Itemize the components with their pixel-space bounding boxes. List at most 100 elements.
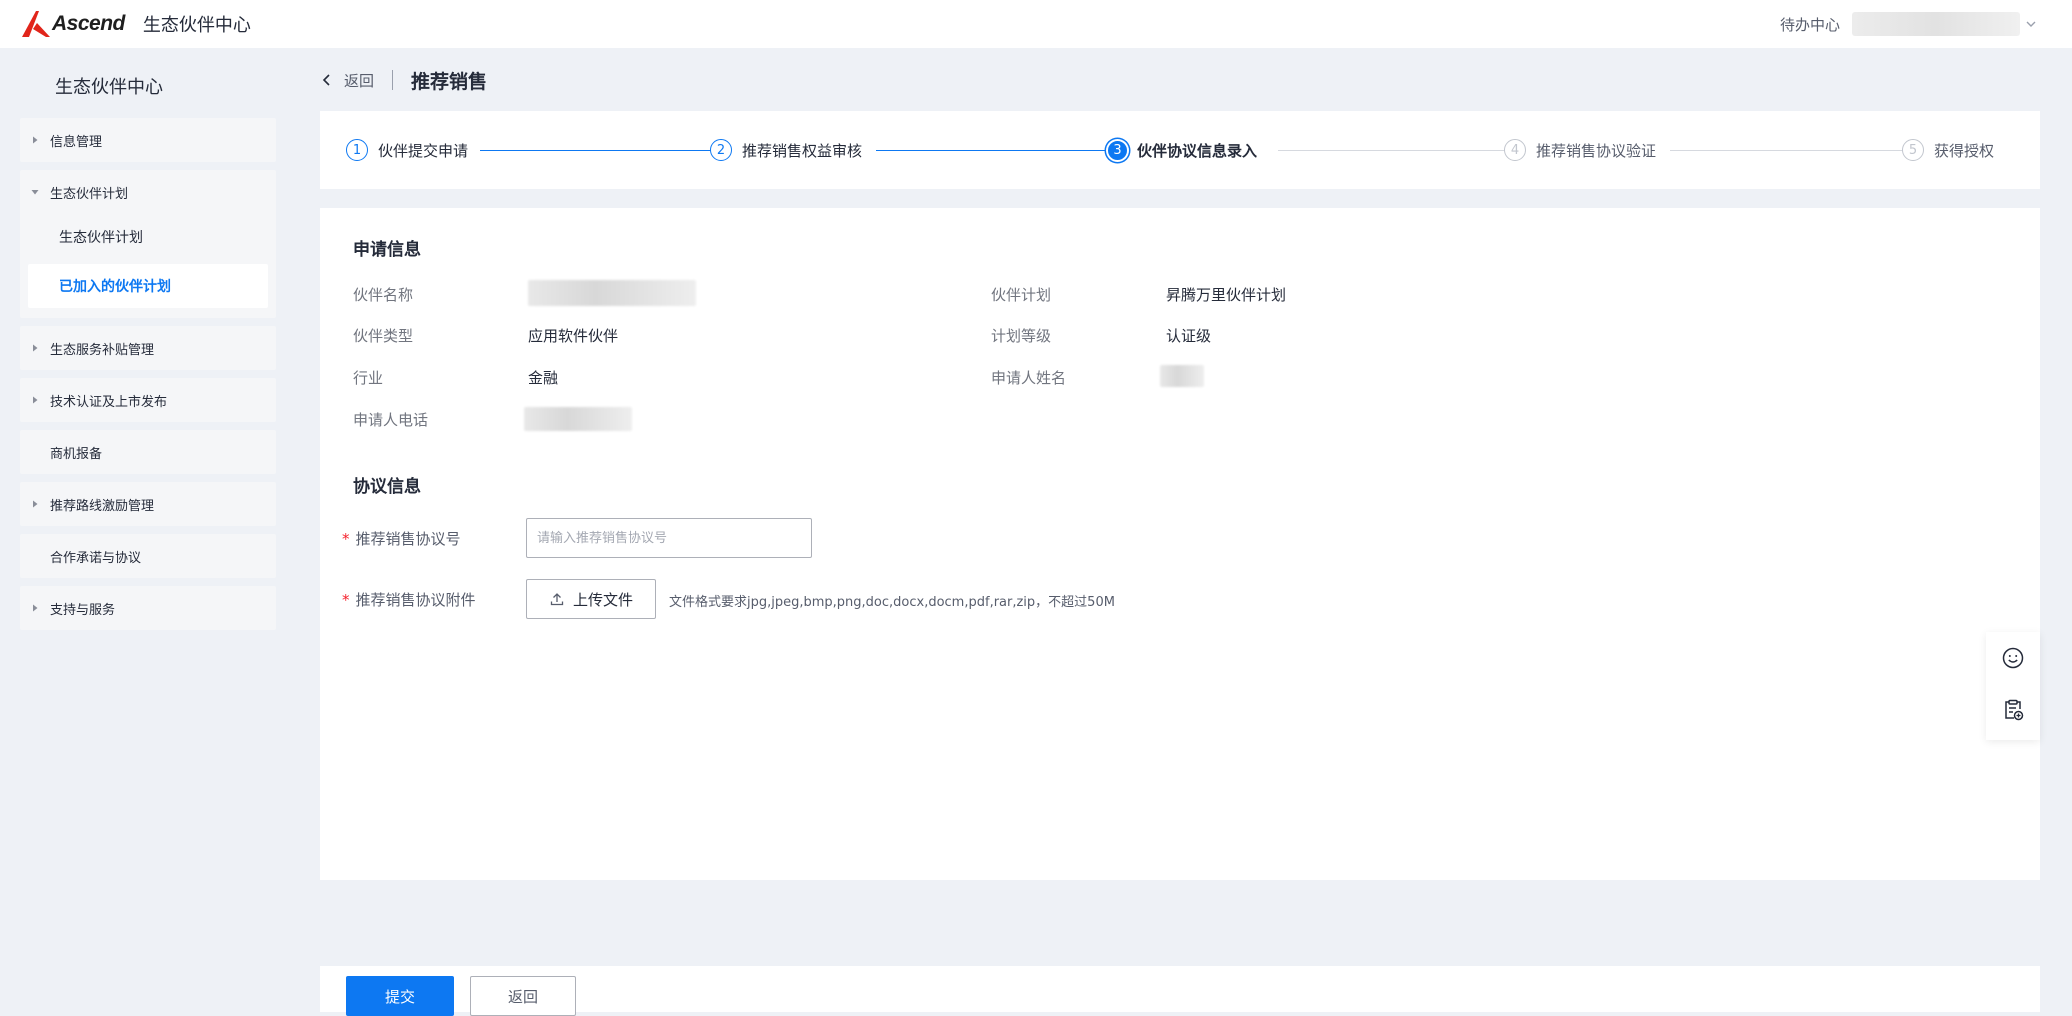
step-number: 2	[710, 139, 732, 161]
required-mark: *	[342, 591, 350, 609]
partner-plan-value: 昇腾万里伙伴计划	[1166, 286, 1287, 304]
required-mark: *	[342, 530, 350, 548]
page-title: 推荐销售	[411, 70, 488, 93]
agreement-attachment-label: * 推荐销售协议附件	[342, 589, 476, 610]
sidebar-item-partner-plan[interactable]: 生态伙伴计划 生态伙伴计划 已加入的伙伴计划	[20, 170, 276, 318]
step-label: 获得授权	[1934, 141, 1995, 160]
plan-level-value: 认证级	[1166, 327, 1212, 345]
step-label: 伙伴提交申请	[378, 141, 469, 160]
partner-type-value: 应用软件伙伴	[528, 327, 619, 345]
sidebar-item-row[interactable]: 生态伙伴计划	[20, 170, 276, 214]
sidebar-title: 生态伙伴中心	[55, 77, 163, 98]
progress-steps: 1 伙伴提交申请 2 推荐销售权益审核 3 伙伴协议信息录入 4 推荐销售协议验…	[320, 111, 2040, 189]
sidebar-item-label: 生态伙伴计划	[50, 186, 129, 202]
sidebar-item-label: 合作承诺与协议	[50, 550, 142, 566]
ascend-logo-icon	[22, 11, 50, 37]
sidebar-item-label: 信息管理	[50, 134, 103, 150]
sidebar-item-tech-certification[interactable]: 技术认证及上市发布	[20, 378, 276, 422]
step-number: 5	[1902, 139, 1924, 161]
sidebar-item-info-management[interactable]: 信息管理	[20, 118, 276, 162]
partner-plan-label: 伙伴计划	[991, 286, 1052, 304]
brand-name: Ascend	[52, 12, 125, 35]
chevron-left-icon[interactable]	[320, 73, 334, 87]
breadcrumb-divider	[392, 70, 394, 90]
step-number: 3	[1108, 140, 1127, 160]
step-label: 推荐销售权益审核	[742, 141, 863, 160]
applicant-phone-masked	[524, 407, 632, 431]
sidebar-item-support-service[interactable]: 支持与服务	[20, 586, 276, 630]
step-connector	[1670, 150, 1912, 151]
sidebar-item-row[interactable]: 信息管理	[20, 118, 276, 162]
agreement-attachment-label-text: 推荐销售协议附件	[355, 591, 476, 609]
agreement-info-title: 协议信息	[353, 477, 421, 497]
upload-icon	[550, 593, 564, 606]
caret-right-icon	[33, 396, 38, 404]
form-card: 申请信息 伙伴名称 伙伴计划 昇腾万里伙伴计划 伙伴类型 应用软件伙伴 计划等级…	[320, 208, 2040, 880]
clipboard-add-icon[interactable]	[2001, 698, 2025, 722]
caret-right-icon	[33, 344, 38, 352]
step-connector	[1278, 150, 1516, 151]
step-5: 5 获得授权	[1902, 111, 1994, 189]
sidebar-item-service-subsidy[interactable]: 生态服务补贴管理	[20, 326, 276, 370]
user-account-masked[interactable]	[1852, 12, 2020, 36]
sidebar-item-row[interactable]: 推荐路线激励管理	[20, 482, 276, 526]
sidebar-subitem-joined-plans[interactable]: 已加入的伙伴计划	[28, 264, 268, 308]
app-title: 生态伙伴中心	[142, 15, 251, 36]
applicant-phone-label: 申请人电话	[353, 411, 429, 429]
plan-level-label: 计划等级	[991, 327, 1052, 345]
sidebar-item-label: 技术认证及上市发布	[50, 394, 168, 410]
sidebar-item-label: 商机报备	[50, 446, 103, 462]
agreement-number-input[interactable]	[526, 518, 812, 558]
applicant-name-label: 申请人姓名	[991, 369, 1067, 387]
upload-file-label: 上传文件	[572, 590, 633, 609]
step-1: 1 伙伴提交申请	[346, 111, 468, 189]
back-link[interactable]: 返回	[344, 70, 374, 91]
caret-right-icon	[33, 136, 38, 144]
application-info-title: 申请信息	[353, 240, 421, 260]
breadcrumb: 返回 推荐销售	[320, 66, 487, 94]
partner-name-masked	[528, 280, 696, 306]
floating-toolbar	[1986, 632, 2040, 740]
sidebar-item-commitment-agreement[interactable]: 合作承诺与协议	[20, 534, 276, 578]
upload-format-hint: 文件格式要求jpg,jpeg,bmp,png,doc,docx,docm,pdf…	[669, 595, 1115, 610]
sidebar: 生态伙伴中心 信息管理 生态伙伴计划 生态伙伴计划 已加入的伙伴计划 生态服务补…	[20, 48, 276, 638]
partner-name-label: 伙伴名称	[353, 286, 414, 304]
caret-down-icon	[31, 190, 39, 195]
form-footer: 提交 返回	[320, 966, 2040, 1016]
step-label: 推荐销售协议验证	[1536, 141, 1657, 160]
industry-value: 金融	[528, 369, 559, 387]
smiley-feedback-icon[interactable]	[2001, 646, 2025, 670]
step-number: 1	[346, 139, 368, 161]
sidebar-item-label: 支持与服务	[50, 602, 116, 618]
step-label: 伙伴协议信息录入	[1137, 141, 1258, 160]
ascend-logo[interactable]: Ascend	[20, 0, 125, 48]
step-number: 4	[1504, 139, 1526, 161]
caret-right-icon	[33, 604, 38, 612]
chevron-down-icon[interactable]	[2024, 17, 2038, 31]
sidebar-item-row[interactable]: 合作承诺与协议	[20, 534, 276, 578]
upload-file-button[interactable]: 上传文件	[526, 579, 656, 619]
sidebar-item-route-incentive[interactable]: 推荐路线激励管理	[20, 482, 276, 526]
applicant-name-masked	[1160, 365, 1204, 387]
agreement-number-label-text: 推荐销售协议号	[355, 530, 461, 548]
industry-label: 行业	[353, 369, 384, 387]
back-button[interactable]: 返回	[470, 976, 576, 1016]
sidebar-item-row[interactable]: 技术认证及上市发布	[20, 378, 276, 422]
caret-right-icon	[33, 500, 38, 508]
todo-center-link[interactable]: 待办中心	[1780, 14, 1840, 35]
sidebar-item-row[interactable]: 生态服务补贴管理	[20, 326, 276, 370]
sidebar-item-row[interactable]: 支持与服务	[20, 586, 276, 630]
step-connector	[876, 150, 1116, 151]
sidebar-subitem-partner-plan[interactable]: 生态伙伴计划	[20, 214, 276, 260]
sidebar-item-opportunity-report[interactable]: 商机报备	[20, 430, 276, 474]
partner-type-label: 伙伴类型	[353, 327, 414, 345]
sidebar-item-row[interactable]: 商机报备	[20, 430, 276, 474]
top-header: Ascend 生态伙伴中心 待办中心	[0, 0, 2072, 48]
step-4: 4 推荐销售协议验证	[1504, 111, 1656, 189]
submit-button[interactable]: 提交	[346, 976, 454, 1016]
agreement-number-label: * 推荐销售协议号	[342, 528, 461, 549]
sidebar-item-label: 推荐路线激励管理	[50, 498, 155, 514]
step-3: 3 伙伴协议信息录入	[1108, 111, 1257, 189]
header-right: 待办中心	[1780, 12, 2038, 36]
step-connector	[480, 150, 712, 151]
